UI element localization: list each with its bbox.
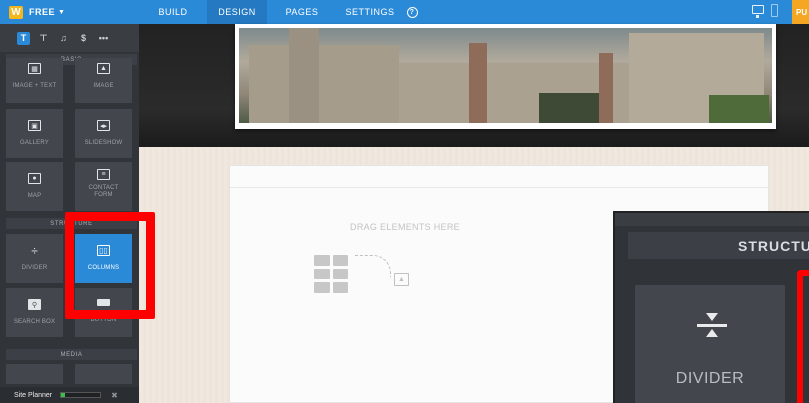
highlight-box — [65, 212, 155, 319]
desktop-view-icon[interactable] — [752, 5, 764, 18]
tile-label: GALLERY — [20, 140, 49, 146]
form-icon: ≡ — [97, 169, 110, 180]
zoom-inset-highlight — [797, 270, 809, 403]
mobile-view-icon[interactable] — [771, 4, 778, 17]
divider-icon — [697, 313, 727, 337]
site-planner-progress — [60, 392, 102, 398]
zoom-inset-topstrip — [615, 213, 809, 226]
image-icon: ▲ — [97, 63, 110, 74]
header-image-frame[interactable] — [235, 24, 776, 129]
plan-menu[interactable]: W FREE ▼ — [0, 0, 139, 24]
help-button[interactable]: ? — [405, 0, 419, 24]
element-divider[interactable]: ÷ DIVIDER — [6, 234, 63, 283]
site-planner-progress-fill — [61, 393, 66, 397]
drop-grid-icon — [314, 255, 348, 293]
element-image[interactable]: ▲ IMAGE — [75, 58, 132, 103]
tile-label: IMAGE — [93, 83, 114, 89]
gallery-icon: ▣ — [28, 120, 41, 131]
element-category-tabs: T ⊤ ♫ $ ••• — [0, 24, 139, 52]
section-divider — [230, 187, 770, 188]
element-image-text[interactable]: ▦ IMAGE + TEXT — [6, 58, 63, 103]
text-elements-tab-icon[interactable]: T — [17, 31, 30, 45]
image-icon: ▲ — [394, 273, 409, 286]
divider-icon: ÷ — [31, 243, 38, 258]
tile-label: DIVIDER — [21, 265, 48, 271]
element-contact-form[interactable]: ≡ CONTACT FORM — [75, 162, 132, 211]
header-image — [239, 28, 772, 123]
header-band — [139, 24, 809, 147]
search-icon: ⚲ — [28, 299, 41, 310]
plan-label: FREE — [29, 7, 56, 17]
tab-settings[interactable]: SETTINGS — [337, 0, 403, 24]
publish-button[interactable]: PU — [792, 0, 809, 24]
commerce-elements-tab-icon[interactable]: $ — [77, 32, 90, 45]
category-media: MEDIA — [6, 349, 137, 360]
help-icon: ? — [406, 6, 418, 18]
image-text-icon: ▦ — [28, 63, 41, 74]
element-slideshow[interactable]: ◂▸ SLIDESHOW — [75, 109, 132, 158]
tab-pages[interactable]: PAGES — [267, 0, 337, 24]
layout-elements-tab-icon[interactable]: ⊤ — [37, 32, 50, 45]
tile-label: SLIDESHOW — [84, 140, 123, 146]
media-elements-tab-icon[interactable]: ♫ — [57, 32, 70, 45]
more-elements-tab-icon[interactable]: ••• — [97, 32, 110, 45]
tile-label: SEARCH BOX — [13, 319, 56, 325]
chevron-down-icon: ▼ — [58, 8, 65, 16]
site-planner-label: Site Planner — [14, 391, 53, 399]
zoom-inset: STRUCTU DIVIDER — [613, 211, 809, 403]
top-bar: W FREE ▼ BUILD DESIGN PAGES SETTINGS ? P… — [0, 0, 809, 24]
element-media-1[interactable] — [6, 364, 63, 384]
element-gallery[interactable]: ▣ GALLERY — [6, 109, 63, 158]
close-icon[interactable]: ✖ — [111, 391, 118, 400]
slideshow-icon: ◂▸ — [97, 120, 110, 131]
zoom-inset-category-header: STRUCTU — [628, 232, 809, 259]
tile-label: IMAGE + TEXT — [12, 83, 57, 89]
tab-build[interactable]: BUILD — [139, 0, 207, 24]
map-pin-icon: ● — [28, 173, 41, 184]
tab-design[interactable]: DESIGN — [207, 0, 267, 24]
tile-label: MAP — [27, 193, 42, 199]
weebly-logo-icon: W — [9, 5, 23, 19]
site-planner[interactable]: Site Planner ✖ — [0, 387, 139, 403]
zoom-inset-divider-tile: DIVIDER — [635, 285, 785, 403]
zoom-inset-tile-label: DIVIDER — [675, 370, 745, 387]
element-map[interactable]: ● MAP — [6, 162, 63, 211]
element-search-box[interactable]: ⚲ SEARCH BOX — [6, 288, 63, 337]
tile-label: CONTACT FORM — [88, 185, 119, 198]
element-media-2[interactable] — [75, 364, 132, 384]
